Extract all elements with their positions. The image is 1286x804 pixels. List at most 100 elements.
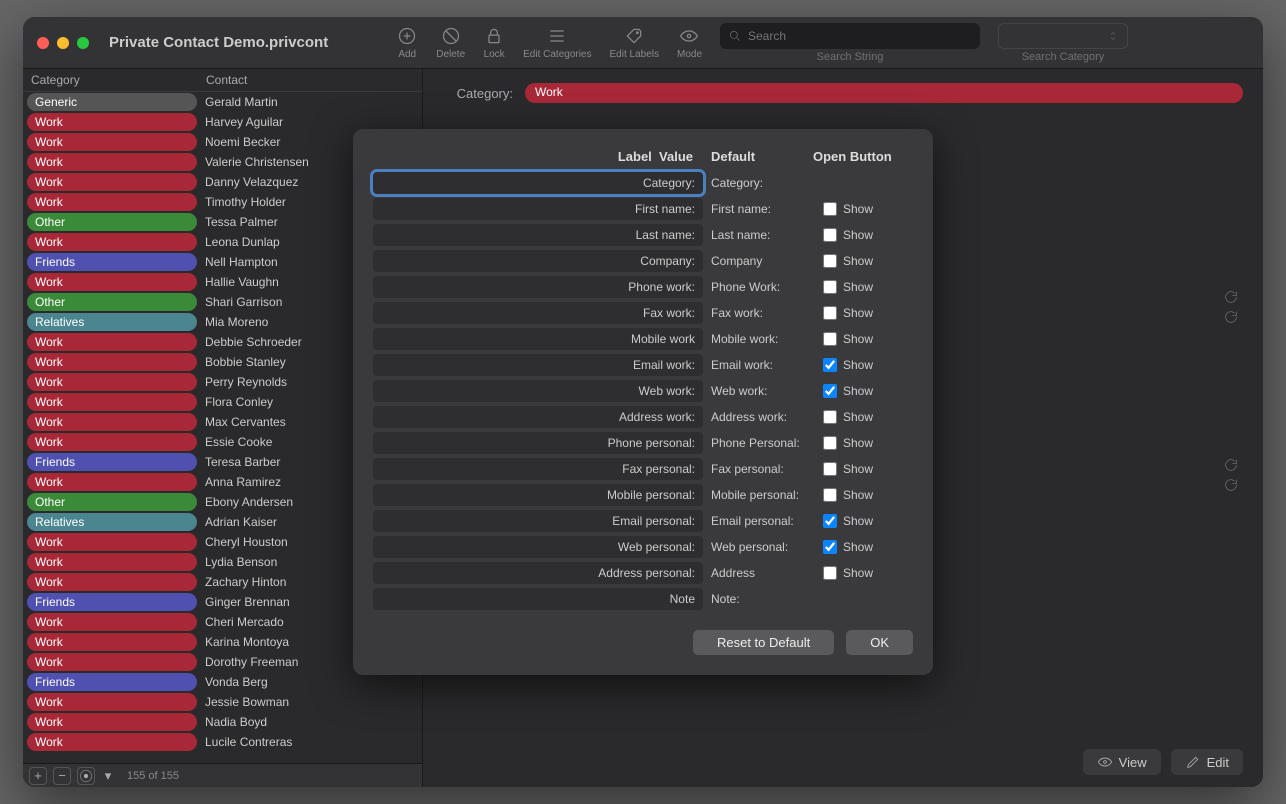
search-string-wrap: Search String <box>720 23 980 63</box>
refresh-icon[interactable] <box>1223 289 1239 305</box>
label-input[interactable] <box>373 250 703 272</box>
label-row: Address Show <box>373 562 913 584</box>
contact-row[interactable]: WorkJessie Bowman <box>23 692 422 712</box>
default-value: Address <box>711 566 815 580</box>
show-checkbox[interactable] <box>823 280 837 294</box>
search-category-select[interactable] <box>998 23 1128 49</box>
view-button[interactable]: View <box>1083 749 1161 775</box>
record-count: 155 of 155 <box>127 770 179 782</box>
lock-button[interactable]: Lock <box>483 25 505 60</box>
show-checkbox[interactable] <box>823 566 837 580</box>
category-pill: Generic <box>27 93 197 111</box>
label-input[interactable] <box>373 432 703 454</box>
edit-categories-button[interactable]: Edit Categories <box>523 25 591 60</box>
category-value[interactable]: Work <box>525 83 1243 103</box>
category-pill: Work <box>27 113 197 131</box>
label-input[interactable] <box>373 458 703 480</box>
contact-name: Tessa Palmer <box>201 215 278 229</box>
edit-categories-label: Edit Categories <box>523 49 591 60</box>
refresh-icon[interactable] <box>1223 477 1239 493</box>
show-checkbox-wrap: Show <box>823 228 873 242</box>
category-pill: Other <box>27 493 197 511</box>
show-checkbox-wrap: Show <box>823 280 873 294</box>
label-input[interactable] <box>373 302 703 324</box>
show-label: Show <box>843 488 873 502</box>
label-input[interactable] <box>373 224 703 246</box>
show-checkbox[interactable] <box>823 306 837 320</box>
show-checkbox-wrap: Show <box>823 566 873 580</box>
show-checkbox[interactable] <box>823 410 837 424</box>
label-input[interactable] <box>373 198 703 220</box>
show-checkbox[interactable] <box>823 332 837 346</box>
ok-button[interactable]: OK <box>846 630 913 655</box>
delete-button[interactable]: Delete <box>436 25 465 60</box>
contact-name: Dorothy Freeman <box>201 655 298 669</box>
reset-to-default-button[interactable]: Reset to Default <box>693 630 834 655</box>
show-checkbox[interactable] <box>823 540 837 554</box>
remove-contact-button[interactable]: − <box>53 767 71 785</box>
category-pill: Other <box>27 293 197 311</box>
contact-name: Adrian Kaiser <box>201 515 277 529</box>
show-checkbox[interactable] <box>823 358 837 372</box>
label-input[interactable] <box>373 536 703 558</box>
close-window-button[interactable] <box>37 37 49 49</box>
col-category[interactable]: Category <box>31 73 206 87</box>
label-input[interactable] <box>373 562 703 584</box>
contact-name: Vonda Berg <box>201 675 268 689</box>
contact-row[interactable]: GenericGerald Martin <box>23 92 422 112</box>
label-input[interactable] <box>373 328 703 350</box>
minimize-window-button[interactable] <box>57 37 69 49</box>
show-checkbox[interactable] <box>823 202 837 216</box>
label-row: Fax work:Show <box>373 302 913 324</box>
refresh-icon[interactable] <box>1223 457 1239 473</box>
show-checkbox[interactable] <box>823 254 837 268</box>
contact-name: Hallie Vaughn <box>201 275 279 289</box>
edit-labels-label: Edit Labels <box>610 49 659 60</box>
label-input[interactable] <box>373 588 703 610</box>
label-input[interactable] <box>373 276 703 298</box>
contact-row[interactable]: FriendsVonda Berg <box>23 672 422 692</box>
label-input[interactable] <box>373 172 703 194</box>
edit-button[interactable]: Edit <box>1171 749 1243 775</box>
contact-name: Noemi Becker <box>201 135 280 149</box>
action-menu-button[interactable]: ⦿ <box>77 767 95 785</box>
add-contact-button[interactable]: + <box>29 767 47 785</box>
contact-row[interactable]: WorkLucile Contreras <box>23 732 422 752</box>
show-checkbox[interactable] <box>823 488 837 502</box>
add-button[interactable]: Add <box>396 25 418 60</box>
show-checkbox[interactable] <box>823 228 837 242</box>
edit-labels-dialog: Label Value Default Open Button Category… <box>353 129 933 675</box>
edit-label: Edit <box>1207 755 1229 770</box>
search-string-box[interactable] <box>720 23 980 49</box>
sidebar-footer: + − ⦿ ▾ 155 of 155 <box>23 763 422 787</box>
eye-icon <box>1097 754 1113 770</box>
label-input[interactable] <box>373 510 703 532</box>
delete-label: Delete <box>436 49 465 60</box>
show-checkbox[interactable] <box>823 514 837 528</box>
label-input[interactable] <box>373 406 703 428</box>
default-value: Web personal: <box>711 540 815 554</box>
label-input[interactable] <box>373 484 703 506</box>
contact-name: Nadia Boyd <box>201 715 267 729</box>
contact-row[interactable]: WorkNadia Boyd <box>23 712 422 732</box>
dropdown-button[interactable]: ▾ <box>101 767 115 785</box>
show-checkbox-wrap: Show <box>823 410 873 424</box>
label-input[interactable] <box>373 380 703 402</box>
col-contact[interactable]: Contact <box>206 73 247 87</box>
refresh-icon[interactable] <box>1223 309 1239 325</box>
zoom-window-button[interactable] <box>77 37 89 49</box>
label-row: Category: <box>373 172 913 194</box>
col-default: Default <box>703 149 813 164</box>
search-input[interactable] <box>748 29 972 43</box>
mode-button[interactable]: Mode <box>677 25 702 60</box>
category-pill: Work <box>27 193 197 211</box>
show-checkbox[interactable] <box>823 384 837 398</box>
label-input[interactable] <box>373 354 703 376</box>
edit-labels-button[interactable]: Edit Labels <box>610 25 659 60</box>
pencil-icon <box>1185 754 1201 770</box>
search-category-wrap: Search Category <box>998 23 1128 63</box>
show-checkbox[interactable] <box>823 436 837 450</box>
category-pill: Work <box>27 653 197 671</box>
category-pill: Relatives <box>27 313 197 331</box>
show-checkbox[interactable] <box>823 462 837 476</box>
